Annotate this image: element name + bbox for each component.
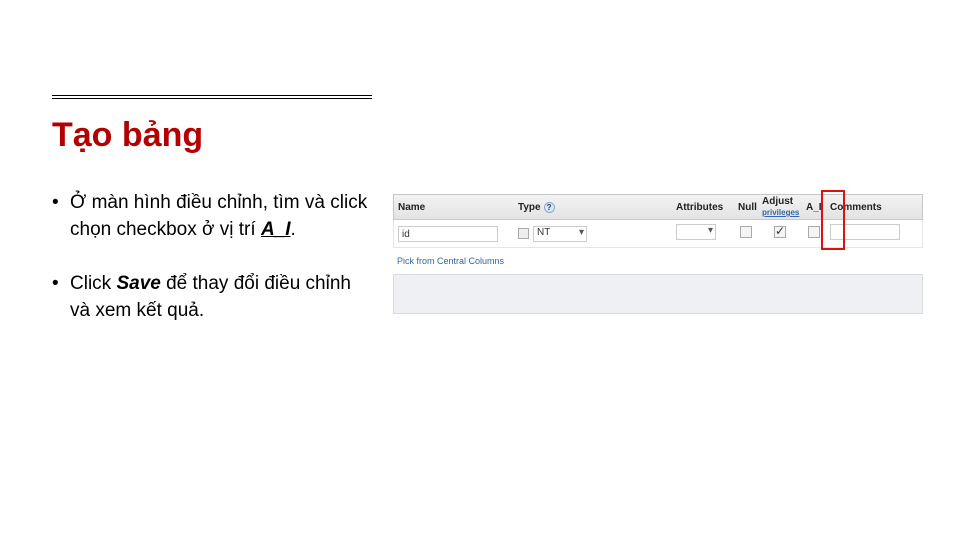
th-null: Null: [734, 202, 758, 213]
th-privileges-link[interactable]: privileges: [762, 208, 799, 217]
body-text: Ở màn hình điều chỉnh, tìm và click chọn…: [52, 190, 372, 352]
table-header-row: Name Type ? Attributes Null Adjust privi…: [393, 194, 923, 220]
type-picker-icon[interactable]: [518, 228, 529, 239]
attributes-select[interactable]: [676, 224, 716, 240]
title-divider: [52, 95, 372, 99]
th-name: Name: [394, 202, 514, 213]
th-comments: Comments: [826, 202, 922, 213]
comments-input[interactable]: [830, 224, 900, 240]
bullet-1: Ở màn hình điều chỉnh, tìm và click chọn…: [52, 190, 372, 243]
page-title: Tạo bảng: [52, 116, 203, 155]
bullet-2: Click Save để thay đổi điều chỉnh và xem…: [52, 271, 372, 324]
bullet-1-em: A_I: [261, 219, 291, 240]
bullet-2-em: Save: [116, 273, 160, 294]
ai-checkbox[interactable]: [808, 226, 820, 238]
th-ai: A_I: [802, 202, 826, 213]
th-type: Type ?: [514, 202, 594, 213]
columns-table: Name Type ? Attributes Null Adjust privi…: [393, 194, 923, 314]
th-adjust: Adjust privileges: [758, 196, 802, 218]
adjust-checkbox[interactable]: [774, 226, 786, 238]
bullet-2-pre: Click: [70, 273, 116, 294]
th-type-label: Type: [518, 202, 541, 213]
help-icon[interactable]: ?: [544, 202, 555, 213]
th-attributes: Attributes: [672, 202, 734, 213]
second-row-placeholder: [393, 274, 923, 314]
th-adjust-label: Adjust: [762, 196, 793, 207]
bullet-1-pre: Ở màn hình điều chỉnh, tìm và click chọn…: [70, 192, 367, 240]
bullet-1-post: .: [291, 219, 296, 240]
table-structure-screenshot: Name Type ? Attributes Null Adjust privi…: [378, 28, 938, 478]
pick-central-columns-link[interactable]: Pick from Central Columns: [393, 256, 923, 266]
null-checkbox[interactable]: [740, 226, 752, 238]
column-type-select[interactable]: NT: [533, 226, 587, 242]
table-row: id NT: [393, 220, 923, 248]
column-name-input[interactable]: id: [398, 226, 498, 242]
